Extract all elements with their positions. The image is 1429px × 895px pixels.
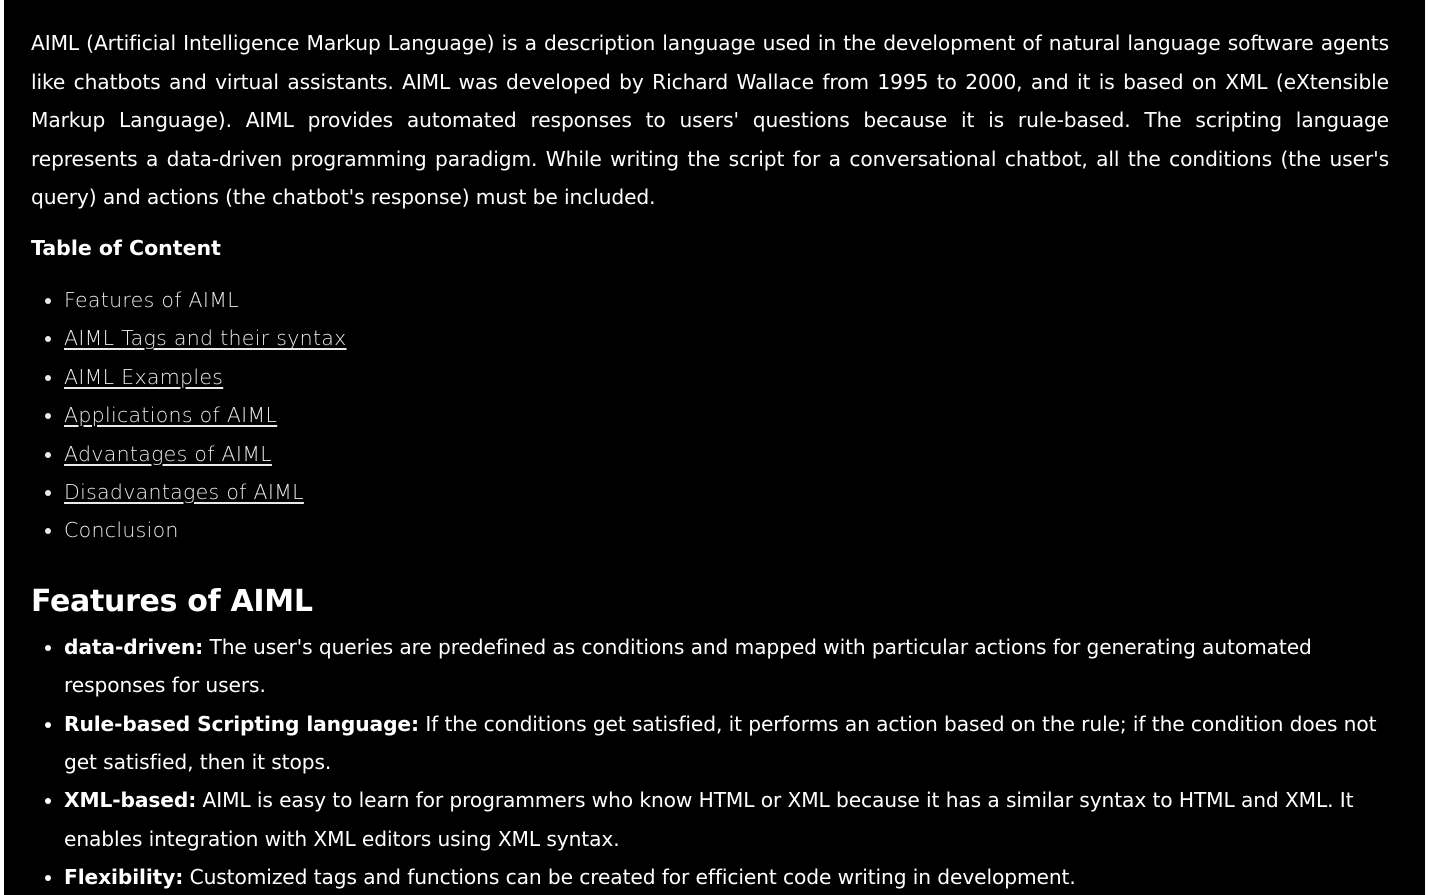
feature-item: Rule-based Scripting language: If the co… <box>64 705 1389 782</box>
article-page: AIML (Artificial Intelligence Markup Lan… <box>0 0 1429 895</box>
right-edge-strip <box>1425 0 1429 895</box>
feature-text: Customized tags and functions can be cre… <box>183 865 1076 890</box>
toc-item-applications[interactable]: Applications of AIML <box>64 396 1389 434</box>
feature-text: The user's queries are predefined as con… <box>64 634 1312 698</box>
features-heading: Features of AIML <box>31 583 313 619</box>
toc-item-tags[interactable]: AIML Tags and their syntax <box>64 319 1389 357</box>
toc-link-disadvantages[interactable]: Disadvantages of AIML <box>64 480 304 504</box>
feature-text: AIML is easy to learn for programmers wh… <box>64 788 1354 851</box>
feature-item: XML-based: AIML is easy to learn for pro… <box>64 781 1389 858</box>
feature-term: XML-based: <box>64 788 197 813</box>
toc-item-features[interactable]: Features of AIML <box>64 281 1389 319</box>
toc-link-tags[interactable]: AIML Tags and their syntax <box>64 326 347 350</box>
feature-item: Flexibility: Customized tags and functio… <box>64 858 1389 895</box>
toc-link-examples[interactable]: AIML Examples <box>64 365 223 389</box>
toc-item-examples[interactable]: AIML Examples <box>64 358 1389 396</box>
features-list: data-driven: The user's queries are pred… <box>31 628 1389 895</box>
feature-term: data-driven: <box>64 634 204 659</box>
toc-item-advantages[interactable]: Advantages of AIML <box>64 435 1389 473</box>
feature-term: Rule-based Scripting language: <box>64 711 419 736</box>
feature-term: Flexibility: <box>64 865 184 890</box>
toc-link-advantages[interactable]: Advantages of AIML <box>64 442 272 466</box>
toc-item-disadvantages[interactable]: Disadvantages of AIML <box>64 473 1389 511</box>
toc-link-applications[interactable]: Applications of AIML <box>64 403 277 427</box>
feature-item: data-driven: The user's queries are pred… <box>64 628 1389 705</box>
toc-heading: Table of Content <box>31 235 221 260</box>
toc-item-conclusion[interactable]: Conclusion <box>64 511 1389 549</box>
toc-item-label[interactable]: Features of AIML <box>64 288 239 312</box>
toc-item-label[interactable]: Conclusion <box>64 518 179 542</box>
left-edge-strip <box>0 0 4 895</box>
toc-list: Features of AIML AIML Tags and their syn… <box>31 281 1389 550</box>
intro-paragraph: AIML (Artificial Intelligence Markup Lan… <box>31 31 1389 210</box>
